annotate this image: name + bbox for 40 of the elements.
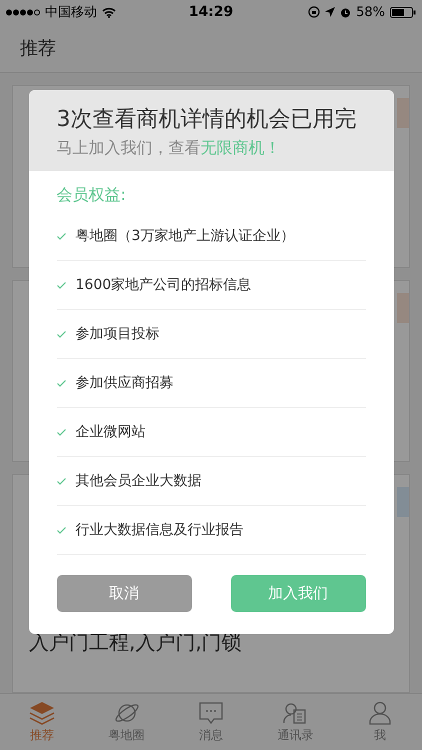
rotation-lock-icon (308, 6, 320, 18)
battery-icon (390, 6, 416, 18)
tab-bar-item[interactable]: 通讯录 (253, 694, 338, 750)
layers-icon (29, 700, 56, 724)
benefit-text: 行业大数据信息及行业报告 (76, 521, 244, 539)
cancel-button[interactable]: 取消 (56, 575, 192, 612)
benefit-text: 1600家地产公司的招标信息 (76, 276, 252, 294)
benefit-text: 企业微网站 (76, 423, 146, 441)
location-icon (325, 7, 336, 17)
carrier: 中国移动 (45, 4, 97, 21)
tab-bar-item[interactable]: 粤地圈 (84, 694, 169, 750)
page-title: 推荐 (20, 37, 56, 60)
benefit-text: 参加项目投标 (76, 325, 160, 343)
tag-marker (397, 98, 409, 128)
dialog-title: 3次查看商机详情的机会已用完 (56, 106, 358, 134)
alarm-icon (340, 6, 352, 18)
battery-percent: 58% (356, 4, 385, 20)
tab-bar-item[interactable]: 消息 (168, 694, 254, 750)
check-icon (56, 330, 66, 338)
benefit-text: 粤地圈（3万家地产上游认证企业） (76, 227, 294, 245)
check-icon (56, 232, 66, 240)
tab-bar-item[interactable]: 我 (338, 694, 422, 750)
check-icon (56, 380, 66, 386)
signal-icon (6, 8, 40, 16)
check-icon (56, 282, 66, 288)
tag-marker (397, 292, 409, 323)
person-icon (366, 700, 393, 724)
tab-bar-item[interactable]: 推荐 (0, 694, 84, 750)
contacts-icon (282, 700, 308, 724)
check-icon (56, 526, 66, 534)
chat-icon (198, 700, 224, 724)
wifi-icon (102, 6, 116, 18)
benefit-text: 参加供应商招募 (76, 374, 174, 392)
join-button[interactable]: 加入我们 (230, 575, 366, 612)
benefits-heading: 会员权益: (56, 185, 127, 206)
check-icon (56, 478, 66, 484)
benefit-text: 其他会员企业大数据 (76, 472, 202, 490)
clock: 14:29 (188, 4, 234, 20)
dialog-subtitle: 马上加入我们，查看无限商机！ (56, 138, 282, 159)
check-icon (56, 428, 66, 436)
